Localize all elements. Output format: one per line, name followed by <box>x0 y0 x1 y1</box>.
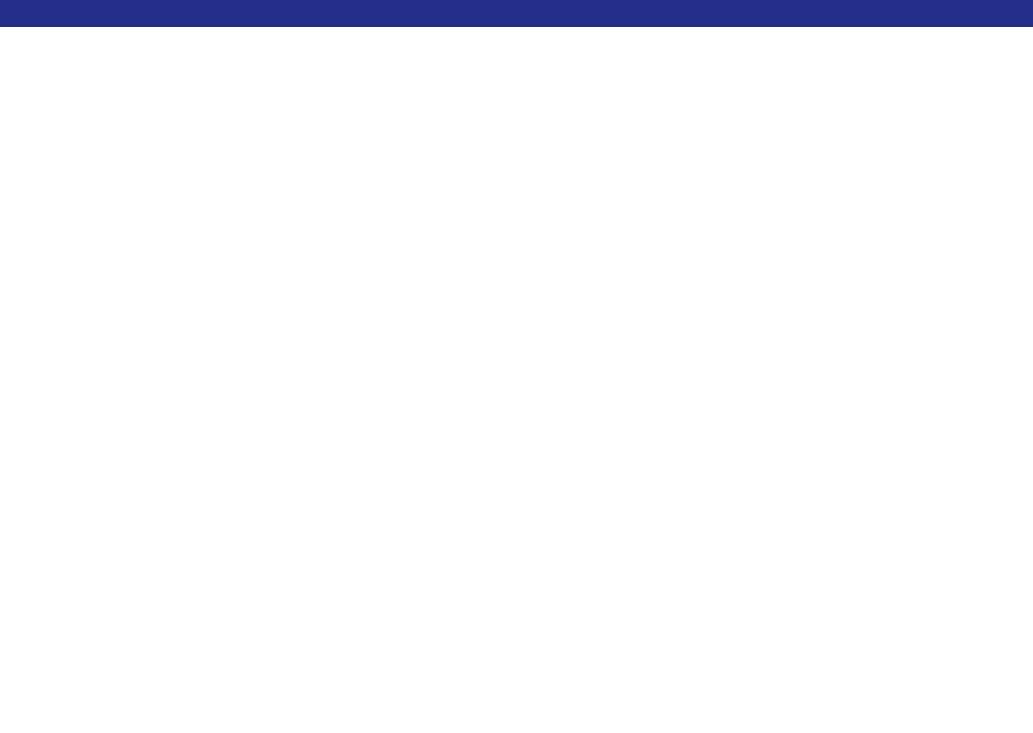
recent-results-page <box>0 0 1033 27</box>
topbar <box>0 0 1033 27</box>
